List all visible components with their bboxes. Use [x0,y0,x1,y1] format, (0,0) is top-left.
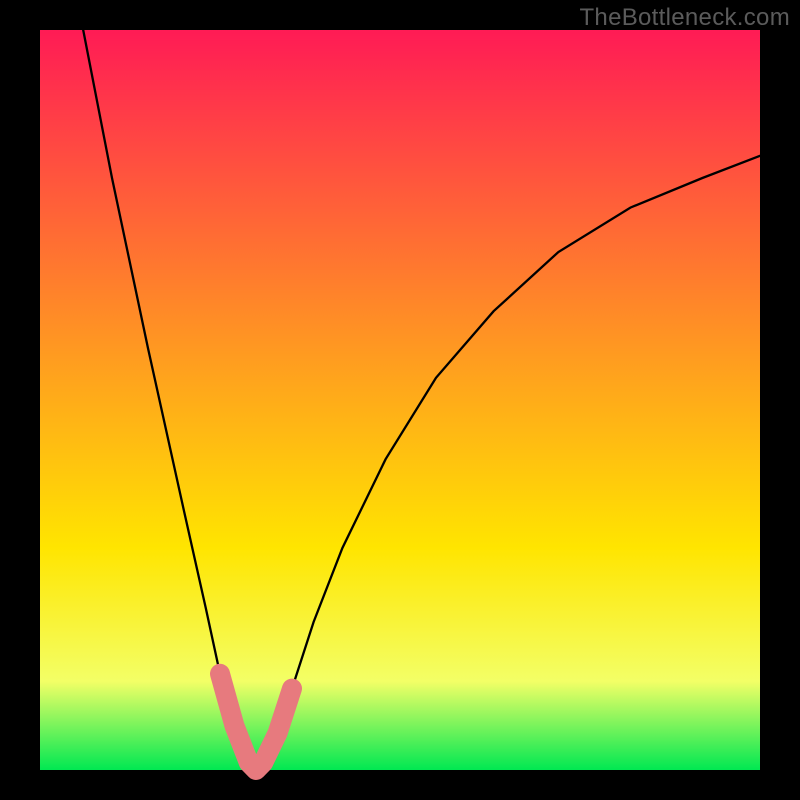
bottleneck-chart [0,0,800,800]
watermark-text: TheBottleneck.com [579,4,790,32]
gradient-background [40,30,760,770]
chart-frame: TheBottleneck.com [0,0,800,800]
